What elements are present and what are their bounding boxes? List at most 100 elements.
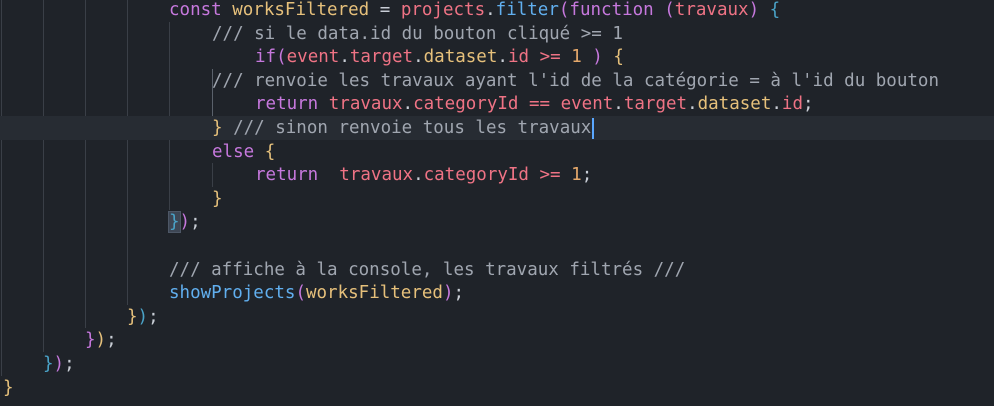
code-token: return: [255, 94, 319, 115]
code-token: }: [43, 354, 54, 374]
code-token: target: [623, 94, 688, 115]
code-token: function: [569, 0, 654, 20]
code-line-content: }: [3, 376, 14, 400]
code-token: ): [53, 354, 65, 374]
code-line-content: /// renvoie les travaux ayant l'id de la…: [212, 69, 939, 93]
code-line-content: });: [127, 305, 159, 329]
code-token: (: [558, 0, 570, 20]
code-token: (: [653, 0, 675, 20]
text-cursor: [592, 117, 595, 139]
code-token: .: [613, 94, 624, 115]
code-token: event: [286, 47, 340, 68]
code-line-content: });: [43, 352, 75, 376]
code-token: ): [95, 330, 107, 351]
code-token: 1: [571, 165, 582, 186]
code-token: ;: [581, 165, 593, 186]
code-token: ;: [64, 354, 75, 374]
code-token: const: [169, 0, 222, 20]
code-line-content: showProjects(worksFiltered);: [169, 281, 464, 305]
code-token: ): [442, 283, 454, 304]
code-line[interactable]: } /// sinon renvoie tous les travaux: [0, 116, 994, 140]
code-token: .: [497, 47, 508, 68]
code-token: }: [127, 306, 138, 327]
code-line-content: }: [212, 187, 223, 211]
code-token: >=: [539, 165, 561, 186]
code-token: {: [264, 141, 276, 162]
indent-guide: [1, 0, 2, 376]
code-line-content: });: [85, 328, 117, 352]
code-token: ==: [528, 94, 551, 115]
indent-guide: [43, 0, 44, 352]
code-token: 1: [571, 47, 582, 68]
code-token: ;: [803, 94, 814, 115]
code-token: /// renvoie les travaux ayant l'id de la…: [212, 70, 939, 91]
code-token: id: [507, 47, 530, 68]
code-token: }: [85, 330, 96, 351]
code-token: return: [255, 165, 319, 186]
code-line-content: /// affiche à la console, les travaux fi…: [169, 258, 685, 282]
code-token: worksFiltered: [232, 0, 370, 20]
code-token: /// sinon renvoie tous les travaux: [222, 118, 592, 138]
code-token: /// si le data.id du bouton cliqué >= 1: [212, 23, 623, 44]
code-token: }: [3, 377, 14, 398]
code-token: >=: [539, 47, 561, 68]
code-token: projects: [400, 0, 486, 20]
code-editor[interactable]: const worksFiltered = projects.filter(fu…: [0, 0, 994, 406]
indent-guide: [85, 0, 86, 329]
code-token: }: [212, 188, 223, 209]
code-token: dataset: [697, 94, 772, 115]
indent-guide: [127, 0, 128, 305]
code-token: ): [592, 47, 603, 68]
code-token: id: [781, 94, 803, 115]
code-token: worksFiltered: [305, 283, 443, 304]
code-token: ;: [148, 306, 159, 327]
code-token: .: [339, 47, 350, 68]
code-token: filter: [495, 0, 559, 20]
code-token: .: [485, 0, 496, 20]
code-token: dataset: [423, 47, 498, 68]
code-token: =: [369, 0, 401, 20]
code-line-content: return travaux.categoryId >= 1;: [255, 163, 592, 187]
code-token: }: [168, 211, 181, 234]
code-token: ): [748, 0, 760, 20]
code-token: ): [179, 212, 191, 233]
code-token: categoryId: [423, 165, 529, 186]
code-token: ;: [453, 283, 465, 304]
code-token: .: [402, 94, 414, 115]
code-token: /// affiche à la console, les travaux fi…: [169, 259, 686, 280]
code-line-content: });: [168, 210, 201, 234]
code-token: (: [295, 283, 306, 304]
code-line-content: return travaux.categoryId == event.targe…: [255, 92, 814, 116]
code-token: target: [349, 47, 414, 68]
code-line-content: const worksFiltered = projects.filter(fu…: [169, 0, 780, 22]
code-line-content: if(event.target.dataset.id >= 1 ) {: [255, 45, 624, 69]
code-token: if: [255, 47, 277, 68]
code-token: showProjects: [169, 283, 296, 304]
code-token: }: [212, 118, 223, 138]
code-line-content: else {: [212, 140, 275, 164]
code-token: .: [771, 94, 782, 115]
code-token: {: [613, 47, 624, 68]
code-token: else: [212, 141, 255, 162]
code-token: {: [769, 0, 781, 20]
code-token: event: [560, 94, 614, 115]
code-token: (: [276, 47, 287, 68]
indent-guide: [212, 163, 213, 187]
code-line-content: /// si le data.id du bouton cliqué >= 1: [212, 22, 623, 46]
code-token: travaux: [674, 0, 749, 20]
code-token: .: [413, 165, 424, 186]
code-line-content: } /// sinon renvoie tous les travaux: [212, 116, 595, 140]
code-token: ;: [190, 212, 201, 233]
code-token: .: [413, 47, 424, 68]
